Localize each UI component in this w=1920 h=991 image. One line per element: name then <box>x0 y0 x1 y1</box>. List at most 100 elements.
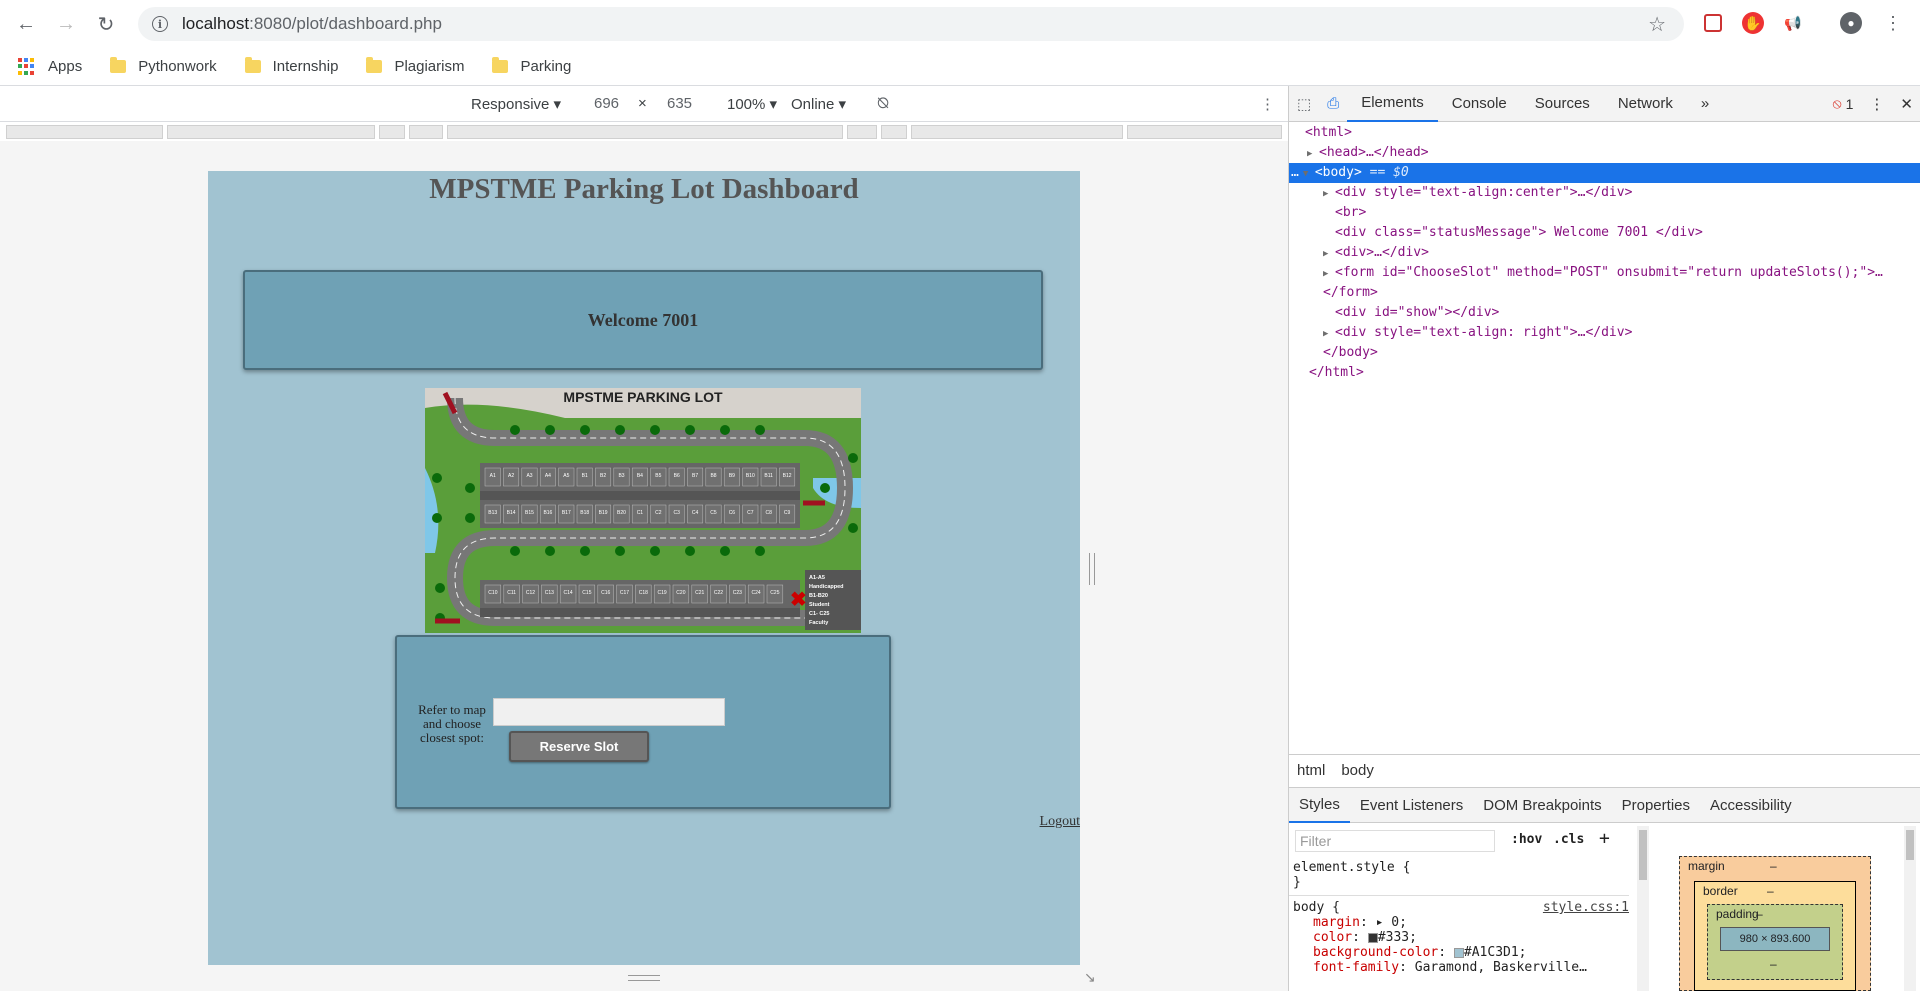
tab-properties[interactable]: Properties <box>1612 787 1700 823</box>
dom-node[interactable]: ▶ <form id="ChooseSlot" method="POST" ons… <box>1289 263 1920 283</box>
parking-slot-label: C21 <box>695 590 704 596</box>
mq-segment[interactable] <box>6 125 163 139</box>
dom-node[interactable]: ▶ <div style="text-align: right">…</div> <box>1289 323 1920 343</box>
reload-icon[interactable]: ↻ <box>92 10 120 38</box>
tab-event-listeners[interactable]: Event Listeners <box>1350 787 1473 823</box>
element-style-rule[interactable]: element.style { } <box>1293 860 1410 890</box>
tab-dom-breakpoints[interactable]: DOM Breakpoints <box>1473 787 1611 823</box>
map-legend-item: Faculty <box>809 620 829 626</box>
crumb-body[interactable]: body <box>1333 762 1382 779</box>
apps-bookmark[interactable]: Apps <box>18 57 82 76</box>
cls-toggle[interactable]: .cls <box>1553 832 1584 847</box>
dom-node[interactable]: ▶ <head>…</head> <box>1289 143 1920 163</box>
dom-node[interactable]: </body> <box>1289 343 1920 363</box>
mq-segment[interactable] <box>910 125 1124 139</box>
device-toolbar-toggle-icon[interactable]: ⎙ <box>1319 86 1347 122</box>
dom-node[interactable]: </form> <box>1289 283 1920 303</box>
tab-accessibility[interactable]: Accessibility <box>1700 787 1802 823</box>
tab-console[interactable]: Console <box>1438 86 1521 122</box>
reserve-slot-button[interactable]: Reserve Slot <box>509 731 649 762</box>
tab-elements[interactable]: Elements <box>1347 86 1438 122</box>
parking-slot-label: A4 <box>545 473 551 479</box>
width-input[interactable]: 696 <box>594 95 619 112</box>
page-title: MPSTME Parking Lot Dashboard <box>429 173 859 205</box>
dom-breadcrumbs: html body <box>1289 754 1920 786</box>
bookmark-parking[interactable]: Parking <box>492 57 571 75</box>
body-rule[interactable]: body {style.css:1 margin: ▸ 0; color: #3… <box>1293 900 1629 975</box>
refer-label: Refer to map and choose closest spot: <box>418 702 486 745</box>
bookmark-pythonwork[interactable]: Pythonwork <box>110 57 217 75</box>
parking-slot-label: B4 <box>637 473 643 479</box>
bookmark-plagiarism[interactable]: Plagiarism <box>366 57 464 75</box>
dom-node[interactable]: <div class="statusMessage"> Welcome 7001… <box>1289 223 1920 243</box>
rule-source-link[interactable]: style.css:1 <box>1543 900 1629 915</box>
viewport-resize-handle-bottom[interactable] <box>628 975 660 981</box>
parking-slot-label: A3 <box>526 473 532 479</box>
tab-sources[interactable]: Sources <box>1521 86 1604 122</box>
mq-segment[interactable] <box>1127 125 1282 139</box>
url-text[interactable]: localhost:8080/plot/dashboard.php <box>182 14 442 34</box>
error-icon: ⦸ <box>1832 95 1842 111</box>
logout-link[interactable]: Logout <box>1040 814 1080 830</box>
tab-network[interactable]: Network <box>1604 86 1687 122</box>
folder-icon <box>244 57 261 73</box>
bookmark-star-icon[interactable]: ☆ <box>1648 12 1666 37</box>
hov-toggle[interactable]: :hov <box>1511 832 1542 847</box>
tab-styles[interactable]: Styles <box>1289 787 1350 823</box>
devtools-menu-icon[interactable]: ⋮ <box>1861 86 1892 122</box>
parking-slot-label: B2 <box>600 473 606 479</box>
error-counter[interactable]: ⦸ 1 <box>1824 86 1861 122</box>
color-swatch[interactable] <box>1453 947 1464 958</box>
mq-segment[interactable] <box>881 125 907 139</box>
mq-segment[interactable] <box>446 125 844 139</box>
network-select[interactable]: Online ▾ <box>791 95 846 113</box>
parking-slot-label: C20 <box>676 590 685 596</box>
dom-node[interactable]: <br> <box>1289 203 1920 223</box>
inspect-element-icon[interactable]: ⬚ <box>1289 86 1319 122</box>
pocket-extension-icon[interactable] <box>1704 14 1722 32</box>
more-tabs-button[interactable]: » <box>1687 86 1723 122</box>
parking-slot-label: B8 <box>710 473 716 479</box>
viewport-resize-handle-right[interactable] <box>1089 553 1095 585</box>
dom-node-selected[interactable]: … ▼ <body> == $0 <box>1289 163 1920 183</box>
address-bar[interactable]: i localhost:8080/plot/dashboard.php ☆ <box>138 7 1684 41</box>
chrome-menu-icon[interactable]: ⋮ <box>1882 12 1904 34</box>
mq-segment[interactable] <box>408 125 443 139</box>
profile-avatar-icon[interactable]: ● <box>1840 12 1862 34</box>
dom-node[interactable]: <html> <box>1289 123 1920 143</box>
device-select[interactable]: Responsive ▾ <box>471 95 561 113</box>
megaphone-extension-icon[interactable]: 📢 <box>1782 12 1804 34</box>
dom-node[interactable]: <div id="show"></div> <box>1289 303 1920 323</box>
parking-slot-label: C7 <box>747 510 754 516</box>
color-swatch[interactable] <box>1367 932 1378 943</box>
zoom-select[interactable]: 100% ▾ <box>727 95 777 113</box>
parking-slot-label: B6 <box>674 473 680 479</box>
back-icon[interactable]: ← <box>12 10 40 38</box>
dom-node[interactable]: ▶ <div style="text-align:center">…</div> <box>1289 183 1920 203</box>
slot-input[interactable] <box>493 698 725 726</box>
info-icon[interactable]: i <box>152 16 168 32</box>
boxmodel-scrollbar[interactable] <box>1904 826 1916 991</box>
map-legend-item: A1-A5 <box>809 575 825 581</box>
bookmark-internship[interactable]: Internship <box>244 57 338 75</box>
mq-segment[interactable] <box>379 125 405 139</box>
styles-filter-input[interactable]: Filter <box>1295 830 1495 852</box>
device-more-icon[interactable]: ⋮ <box>1260 95 1275 113</box>
close-devtools-icon[interactable]: ✕ <box>1892 86 1920 122</box>
parking-slot-label: C1 <box>637 510 644 516</box>
adblock-extension-icon[interactable]: ✋ <box>1742 12 1764 34</box>
dom-node[interactable]: </html> <box>1289 363 1920 383</box>
mq-segment[interactable] <box>847 125 878 139</box>
rotate-icon[interactable]: ⦰ <box>877 95 889 112</box>
new-rule-button[interactable]: + <box>1599 828 1610 849</box>
parking-slot-label: B1 <box>582 473 588 479</box>
dom-node[interactable]: ▶ <div>…</div> <box>1289 243 1920 263</box>
viewport-resize-corner-icon[interactable]: ↘ <box>1084 969 1100 985</box>
parking-slot-label: B18 <box>580 510 589 516</box>
device-toolbar: Responsive ▾ 696 × 635 100% ▾ Online ▾ ⦰… <box>0 86 1288 122</box>
crumb-html[interactable]: html <box>1289 762 1333 779</box>
mq-segment[interactable] <box>166 125 376 139</box>
height-input[interactable]: 635 <box>667 95 692 112</box>
forward-icon[interactable]: → <box>52 10 80 38</box>
styles-scrollbar[interactable] <box>1637 826 1649 991</box>
